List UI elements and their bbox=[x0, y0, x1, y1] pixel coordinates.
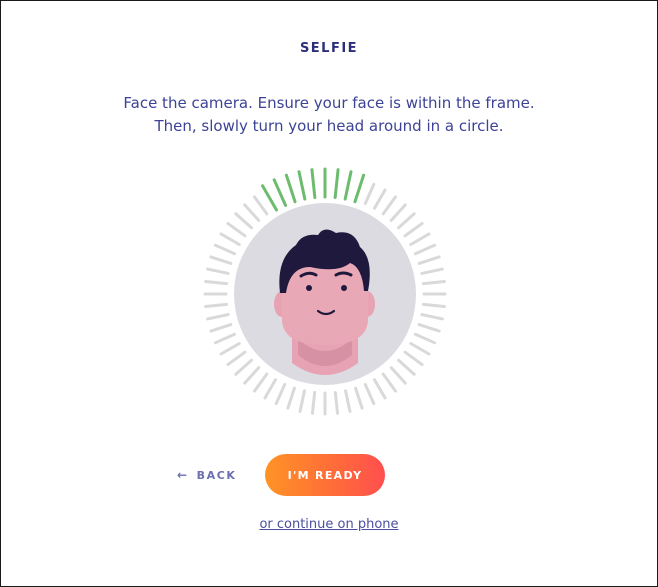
progress-tick bbox=[373, 188, 387, 210]
progress-tick bbox=[298, 389, 306, 413]
face-capture-frame bbox=[198, 167, 452, 421]
progress-tick bbox=[409, 342, 431, 356]
progress-tick bbox=[413, 332, 437, 345]
phone-link-wrap: or continue on phone bbox=[1, 513, 657, 532]
progress-tick bbox=[421, 279, 446, 286]
progress-tick bbox=[252, 195, 269, 216]
progress-tick bbox=[403, 350, 424, 367]
progress-tick bbox=[234, 212, 253, 230]
progress-tick bbox=[363, 382, 376, 406]
progress-tick bbox=[213, 243, 237, 256]
progress-tick bbox=[381, 372, 398, 393]
progress-tick bbox=[420, 313, 444, 321]
progress-tick bbox=[243, 203, 261, 222]
progress-tick bbox=[417, 255, 441, 265]
progress-tick bbox=[206, 313, 230, 321]
progress-tick bbox=[403, 221, 424, 238]
page-title: SELFIE bbox=[299, 41, 359, 56]
progress-tick-complete bbox=[310, 168, 317, 200]
back-label: BACK bbox=[196, 468, 237, 482]
back-button[interactable]: ← BACK bbox=[177, 467, 237, 483]
progress-tick bbox=[204, 302, 229, 309]
progress-tick bbox=[409, 232, 431, 246]
progress-tick bbox=[263, 378, 277, 400]
progress-tick bbox=[373, 378, 387, 400]
progress-tick bbox=[381, 195, 398, 216]
progress-tick bbox=[397, 212, 416, 230]
progress-tick bbox=[219, 342, 241, 356]
progress-tick bbox=[234, 358, 253, 376]
instructions-line-2: Then, slowly turn your head around in a … bbox=[154, 117, 504, 135]
progress-tick bbox=[204, 279, 229, 286]
progress-tick bbox=[209, 255, 233, 265]
progress-tick-complete bbox=[261, 184, 278, 212]
progress-tick bbox=[243, 366, 261, 385]
progress-tick bbox=[417, 323, 441, 333]
arrow-left-icon: ← bbox=[177, 468, 189, 482]
progress-tick-complete bbox=[272, 178, 288, 207]
progress-tick bbox=[344, 389, 352, 413]
progress-tick bbox=[421, 302, 446, 309]
instructions-text: Face the camera. Ensure your face is wit… bbox=[1, 92, 657, 138]
progress-tick bbox=[209, 323, 233, 333]
progress-tick bbox=[363, 182, 376, 206]
progress-tick bbox=[274, 382, 287, 406]
progress-tick-complete bbox=[343, 170, 353, 201]
progress-ring bbox=[203, 167, 447, 416]
progress-tick bbox=[354, 386, 364, 410]
progress-tick bbox=[420, 267, 444, 275]
progress-tick bbox=[389, 203, 407, 222]
progress-tick bbox=[413, 243, 437, 256]
selfie-capture-screen: SELFIE Face the camera. Ensure your face… bbox=[0, 0, 658, 587]
progress-tick bbox=[286, 386, 296, 410]
progress-tick bbox=[219, 232, 241, 246]
progress-tick-complete bbox=[284, 173, 297, 204]
continue-on-phone-link[interactable]: or continue on phone bbox=[259, 517, 398, 532]
progress-tick bbox=[206, 267, 230, 275]
progress-tick bbox=[397, 358, 416, 376]
progress-tick bbox=[226, 221, 247, 238]
progress-tick bbox=[252, 372, 269, 393]
progress-tick bbox=[213, 332, 237, 345]
progress-tick bbox=[226, 350, 247, 367]
progress-tick bbox=[333, 390, 340, 415]
im-ready-button[interactable]: I'M READY bbox=[265, 454, 385, 496]
instructions-line-1: Face the camera. Ensure your face is wit… bbox=[123, 94, 535, 112]
progress-tick-complete bbox=[353, 173, 366, 204]
progress-tick-complete bbox=[333, 168, 340, 200]
progress-tick bbox=[310, 390, 317, 415]
progress-tick bbox=[389, 366, 407, 385]
progress-tick-complete bbox=[297, 170, 307, 201]
